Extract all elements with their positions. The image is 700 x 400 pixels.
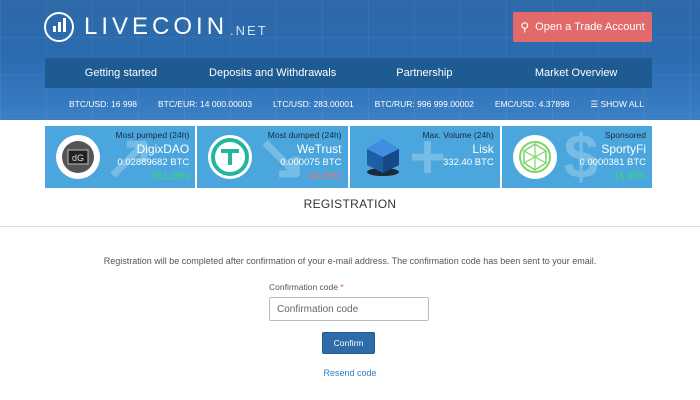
trade-button-label: Open a Trade Account	[535, 21, 645, 33]
market-highlights: ↗ dG Most pumped (24h) DigixDAO 0.028896…	[45, 126, 652, 188]
livecoin-logo[interactable]: LIVECOIN .NET	[44, 11, 268, 43]
coin-change: 16.69%	[613, 171, 646, 182]
sportyfi-icon	[512, 135, 557, 179]
coin-change: -64.89%	[306, 171, 342, 182]
confirmation-code-label: Confirmation code *	[269, 282, 344, 292]
card-caption: Most pumped (24h)	[115, 130, 190, 140]
coin-name: WeTrust	[296, 142, 342, 156]
nav-getting-started[interactable]: Getting started	[45, 58, 197, 88]
user-icon: ⚲	[520, 20, 530, 34]
ticker-item[interactable]: BTC/RUR: 996 999.00002	[375, 99, 474, 109]
coin-price: 332.40 BTC	[443, 157, 494, 168]
field-label-text: Confirmation code	[269, 282, 338, 292]
card-caption: Sponsored	[604, 130, 646, 140]
lisk-icon	[361, 135, 405, 179]
card-most-pumped[interactable]: ↗ dG Most pumped (24h) DigixDAO 0.028896…	[45, 126, 196, 188]
registration-info: Registration will be completed after con…	[103, 256, 597, 266]
coin-name: DigixDAO	[136, 142, 190, 156]
svg-text:dG: dG	[72, 153, 84, 163]
required-mark: *	[340, 282, 344, 292]
logo-bars-icon	[44, 12, 74, 42]
nav-deposits-withdrawals[interactable]: Deposits and Withdrawals	[197, 58, 349, 88]
ticker-item[interactable]: BTC/EUR: 14 000.00003	[158, 99, 252, 109]
card-caption: Max. Volume (24h)	[422, 130, 494, 140]
card-sponsored[interactable]: $ Sponsored SportyFi 0.0000381 BTC 16.69…	[501, 126, 652, 188]
logo-name: LIVECOIN	[84, 13, 229, 40]
logo-suffix: .NET	[230, 22, 268, 38]
resend-code-text[interactable]: Resend code	[323, 368, 376, 378]
open-trade-account-button[interactable]: ⚲ Open a Trade Account	[513, 12, 652, 42]
coin-name: SportyFi	[601, 142, 646, 156]
card-max-volume[interactable]: + Max. Volume (24h) Lisk 332.40 BTC	[349, 126, 500, 188]
confirmation-code-input[interactable]	[269, 297, 429, 321]
divider	[0, 226, 700, 227]
ticker-item[interactable]: LTC/USD: 283.00001	[273, 99, 354, 109]
coin-price: 0.0000381 BTC	[579, 157, 646, 168]
show-all-link[interactable]: ☰ SHOW ALL	[591, 99, 644, 110]
ticker-item[interactable]: BTC/USD: 16 998	[69, 99, 137, 109]
confirm-button[interactable]: Confirm	[322, 332, 375, 354]
coin-name: Lisk	[472, 142, 494, 156]
coin-change: 451.38%	[151, 171, 190, 182]
digixdao-icon: dG	[56, 135, 100, 179]
price-ticker: BTC/USD: 16 998 BTC/EUR: 14 000.00003 LT…	[45, 90, 652, 118]
card-caption: Most dumped (24h)	[267, 130, 342, 140]
page-title: REGISTRATION	[303, 197, 397, 211]
wetrust-icon	[208, 135, 253, 179]
coin-price: 0.02889682 BTC	[117, 157, 190, 168]
card-most-dumped[interactable]: ↘ Most dumped (24h) WeTrust 0.000075 BTC…	[197, 126, 348, 188]
nav-market-overview[interactable]: Market Overview	[500, 58, 652, 88]
coin-price: 0.000075 BTC	[280, 157, 342, 168]
ticker-item[interactable]: EMC/USD: 4.37898	[495, 99, 570, 109]
site-header: LIVECOIN .NET ⚲ Open a Trade Account Get…	[0, 0, 700, 120]
main-nav: Getting started Deposits and Withdrawals…	[45, 58, 652, 88]
resend-code-link: Resend code	[0, 368, 700, 378]
nav-partnership[interactable]: Partnership	[349, 58, 501, 88]
